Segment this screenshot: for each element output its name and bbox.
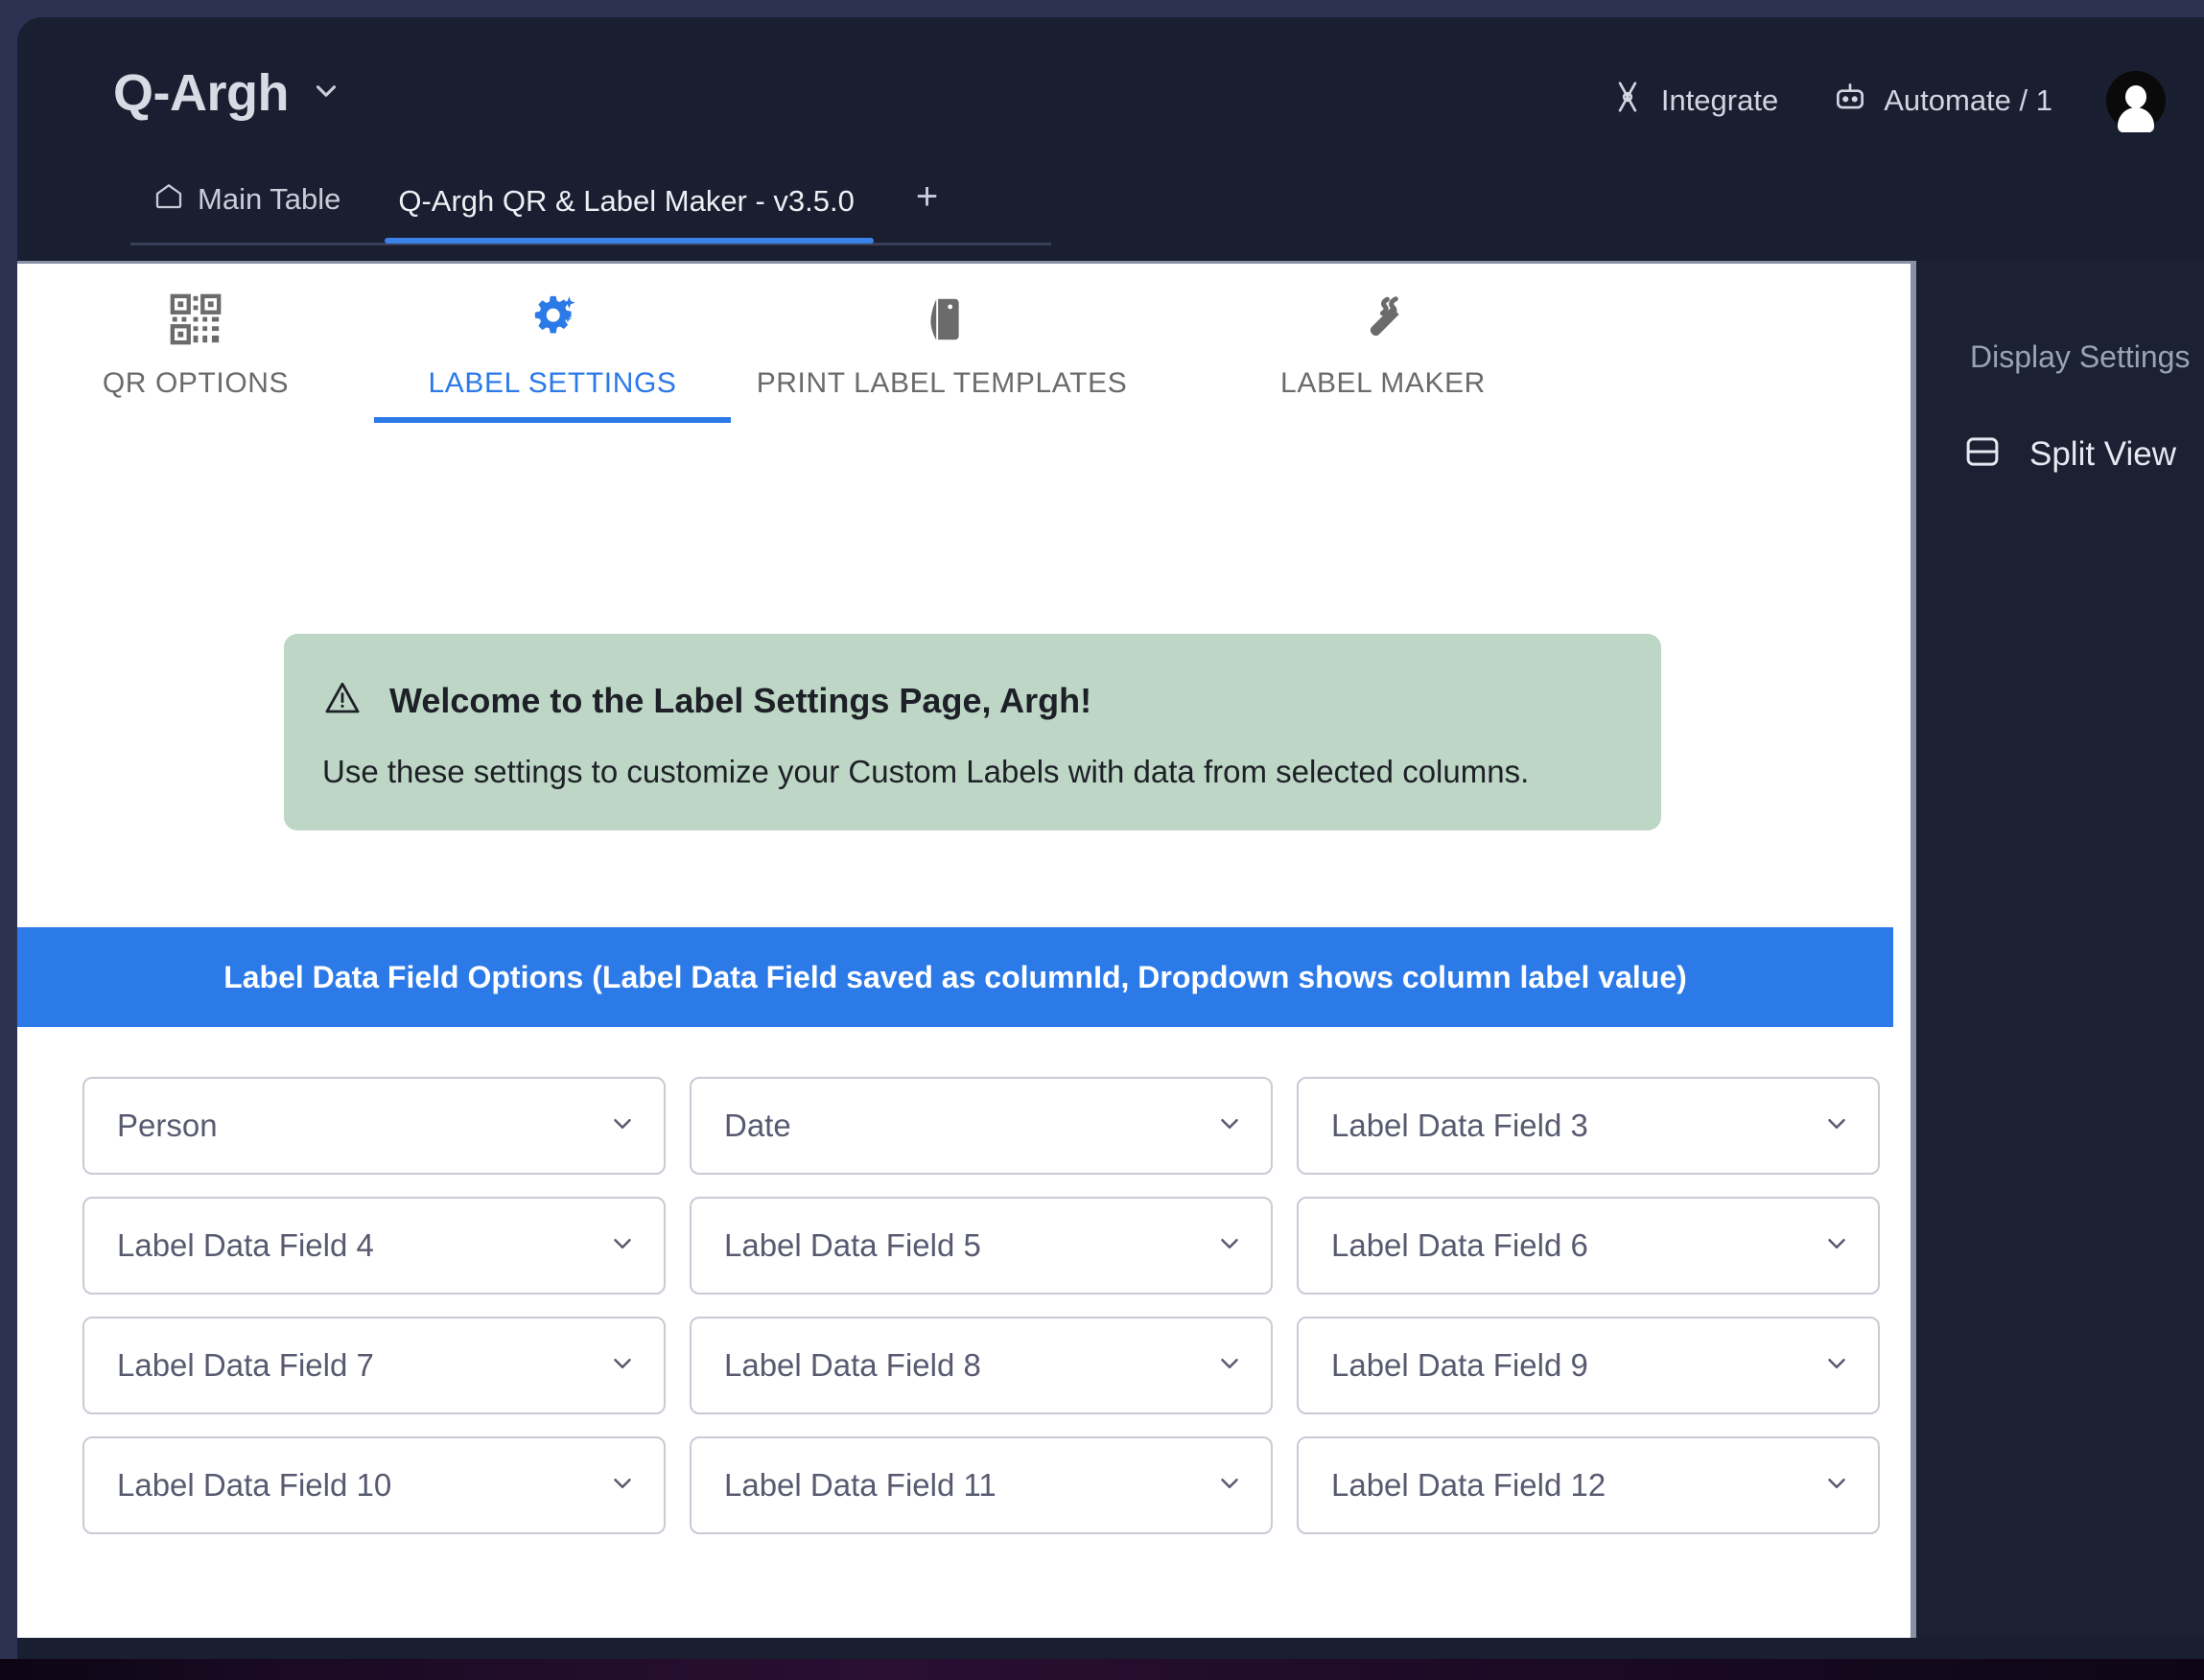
dropdown-value: Person	[117, 1108, 218, 1143]
chevron-down-icon[interactable]	[1822, 1229, 1851, 1263]
chevron-down-icon[interactable]	[608, 1349, 637, 1383]
tab-label-maker[interactable]: LABEL MAKER	[1191, 289, 1575, 423]
dropdown-value: Label Data Field 6	[1331, 1227, 1588, 1263]
label-field-dropdown-6[interactable]: Label Data Field 6	[1297, 1197, 1880, 1295]
dropdown-value: Label Data Field 4	[117, 1227, 374, 1263]
dropdown-value: Label Data Field 7	[117, 1347, 374, 1383]
welcome-banner-header: Welcome to the Label Settings Page, Argh…	[322, 678, 1623, 723]
add-tab-button[interactable]: +	[889, 175, 965, 244]
banner-text: Label Data Field Options (Label Data Fie…	[223, 959, 1687, 994]
screen-root: Q-Argh Integrate Automate / 1 Main Table…	[0, 0, 2204, 1680]
chevron-down-icon[interactable]	[608, 1229, 637, 1263]
tab-label-settings[interactable]: LABEL SETTINGS	[374, 289, 731, 423]
section-tabs: QR OPTIONS LABEL SETTINGS PRINT LABEL TE…	[17, 264, 1911, 423]
tab-label: PRINT LABEL TEMPLATES	[756, 367, 1128, 399]
board-tab-label: Q-Argh QR & Label Maker - v3.5.0	[398, 184, 855, 218]
tab-label: LABEL MAKER	[1280, 367, 1486, 399]
integrate-icon	[1609, 79, 1646, 123]
welcome-title: Welcome to the Label Settings Page, Argh…	[389, 680, 1092, 720]
board-tab-main-table[interactable]: Main Table	[130, 180, 375, 244]
tab-label: QR OPTIONS	[102, 367, 290, 399]
magic-wand-icon	[1191, 289, 1575, 350]
qr-code-icon	[17, 289, 374, 350]
label-field-dropdown-4[interactable]: Label Data Field 4	[82, 1197, 666, 1295]
tab-qr-options[interactable]: QR OPTIONS	[17, 289, 374, 423]
dropdown-value: Date	[724, 1108, 791, 1143]
split-view-label: Split View	[2029, 434, 2177, 473]
app-shell: Q-Argh Integrate Automate / 1 Main Table…	[17, 17, 2204, 1659]
gear-sparkle-icon	[374, 289, 731, 350]
board-tab-label: Main Table	[198, 182, 341, 216]
dropdown-value: Label Data Field 10	[117, 1467, 392, 1503]
label-field-dropdown-3[interactable]: Label Data Field 3	[1297, 1077, 1880, 1175]
label-field-dropdown-10[interactable]: Label Data Field 10	[82, 1436, 666, 1534]
dropdown-value: Label Data Field 5	[724, 1227, 981, 1263]
dropdown-value: Label Data Field 9	[1331, 1347, 1588, 1383]
chevron-down-icon[interactable]	[608, 1469, 637, 1503]
chevron-down-icon[interactable]	[1822, 1349, 1851, 1383]
chevron-down-icon[interactable]	[1215, 1469, 1244, 1503]
label-field-dropdown-7[interactable]: Label Data Field 7	[82, 1317, 666, 1414]
desktop-background-strip	[0, 1659, 2204, 1680]
chevron-down-icon[interactable]	[608, 1109, 637, 1143]
chevron-down-icon[interactable]	[1215, 1349, 1244, 1383]
chevron-down-icon[interactable]	[1822, 1469, 1851, 1503]
board-tab-qr-label-maker[interactable]: Q-Argh QR & Label Maker - v3.5.0	[375, 184, 889, 244]
warning-triangle-icon	[322, 678, 363, 723]
label-field-dropdown-12[interactable]: Label Data Field 12	[1297, 1436, 1880, 1534]
chevron-down-icon[interactable]	[1822, 1109, 1851, 1143]
dropdown-value: Label Data Field 11	[724, 1467, 996, 1503]
label-field-dropdown-11[interactable]: Label Data Field 11	[690, 1436, 1273, 1534]
label-field-grid: Person Date Label Data Field 3 Label Dat…	[82, 1077, 1880, 1534]
integrate-label: Integrate	[1660, 83, 1779, 117]
welcome-subtitle: Use these settings to customize your Cus…	[322, 754, 1530, 789]
robot-icon	[1832, 79, 1868, 123]
welcome-banner: Welcome to the Label Settings Page, Argh…	[284, 634, 1661, 830]
tab-print-label-templates[interactable]: PRINT LABEL TEMPLATES	[731, 289, 1153, 423]
dropdown-value: Label Data Field 3	[1331, 1108, 1588, 1143]
label-field-dropdown-1[interactable]: Person	[82, 1077, 666, 1175]
top-bar: Q-Argh Integrate Automate / 1 Main Table…	[17, 17, 2204, 357]
label-data-field-options-banner: Label Data Field Options (Label Data Fie…	[17, 927, 1893, 1027]
tab-label: LABEL SETTINGS	[428, 367, 677, 399]
board-title-area[interactable]: Q-Argh	[113, 63, 342, 123]
label-field-dropdown-9[interactable]: Label Data Field 9	[1297, 1317, 1880, 1414]
dropdown-value: Label Data Field 8	[724, 1347, 981, 1383]
split-view-toggle[interactable]: Split View	[1962, 432, 2176, 477]
display-settings-title: Display Settings	[1970, 339, 2191, 374]
display-settings-panel: Display Settings Split View	[1916, 261, 2204, 1638]
automate-button[interactable]: Automate / 1	[1832, 79, 2052, 123]
board-title: Q-Argh	[113, 64, 289, 122]
chevron-down-icon[interactable]	[1215, 1229, 1244, 1263]
chevron-down-icon[interactable]	[1215, 1109, 1244, 1143]
avatar[interactable]	[2106, 71, 2166, 132]
integrate-button[interactable]: Integrate	[1609, 79, 1778, 123]
label-field-dropdown-8[interactable]: Label Data Field 8	[690, 1317, 1273, 1414]
label-field-dropdown-2[interactable]: Date	[690, 1077, 1273, 1175]
top-right-actions: Integrate Automate / 1	[1609, 71, 2166, 132]
dropdown-value: Label Data Field 12	[1331, 1467, 1606, 1503]
home-icon	[153, 180, 184, 219]
label-tag-icon	[731, 289, 1153, 350]
main-content: QR OPTIONS LABEL SETTINGS PRINT LABEL TE…	[17, 261, 1911, 1638]
split-view-icon	[1962, 432, 2003, 477]
board-tabs: Main Table Q-Argh QR & Label Maker - v3.…	[130, 169, 965, 244]
chevron-down-icon[interactable]	[310, 75, 342, 112]
automate-label: Automate / 1	[1884, 83, 2052, 117]
label-field-dropdown-5[interactable]: Label Data Field 5	[690, 1197, 1273, 1295]
